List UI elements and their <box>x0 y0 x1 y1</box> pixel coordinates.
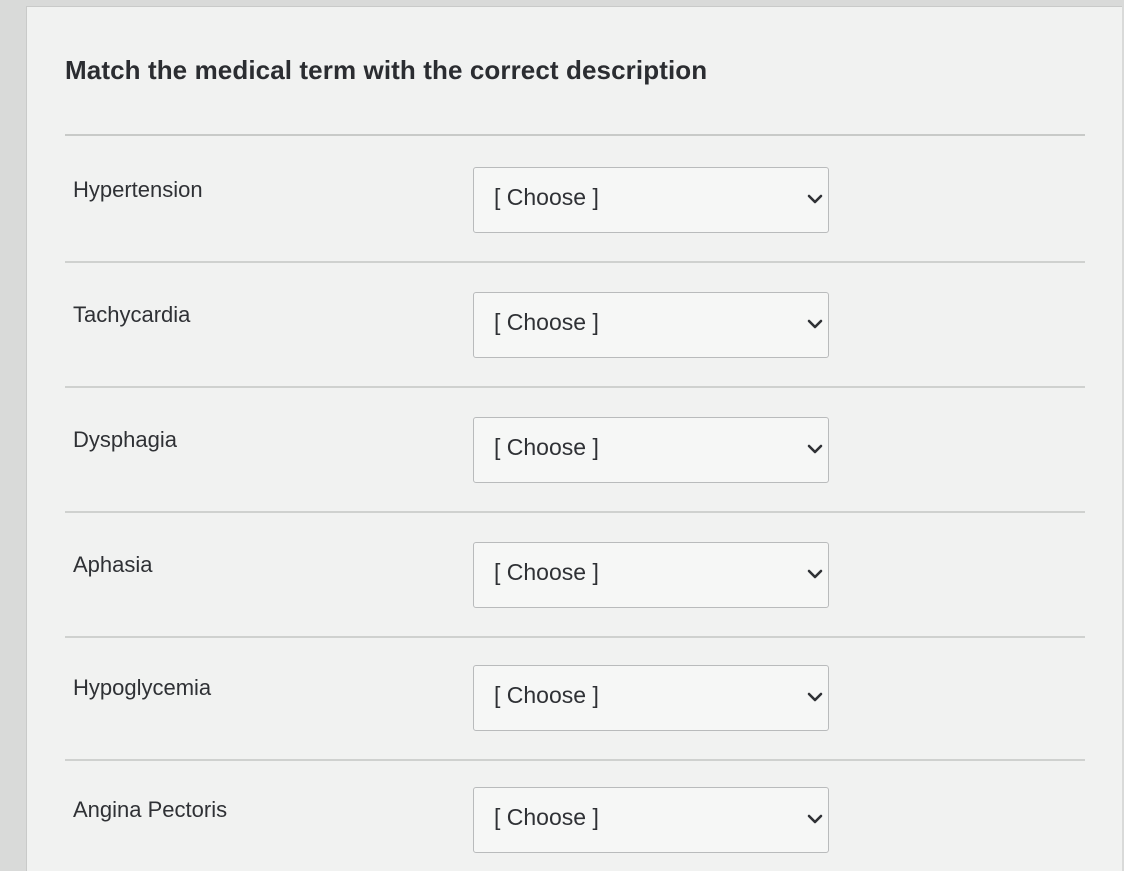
term-label: Hypertension <box>73 177 203 202</box>
quiz-page: Match the medical term with the correct … <box>26 6 1122 871</box>
select-value: [ Choose ] <box>494 804 599 830</box>
term-label: Hypoglycemia <box>73 675 212 700</box>
match-row-angina-pectoris: Angina Pectoris [ Choose ] <box>65 787 1085 871</box>
match-row-hypertension: Hypertension [ Choose ] <box>65 167 1085 291</box>
row-divider <box>65 261 1085 263</box>
term-label: Angina Pectoris <box>73 797 228 822</box>
chevron-down-icon <box>807 319 823 329</box>
chevron-down-icon <box>807 194 823 204</box>
row-divider <box>65 636 1085 638</box>
description-select[interactable]: [ Choose ] <box>473 167 829 233</box>
row-divider <box>65 759 1085 761</box>
description-select[interactable]: [ Choose ] <box>473 665 829 731</box>
chevron-down-icon <box>807 814 823 824</box>
row-divider <box>65 386 1085 388</box>
term-label: Dysphagia <box>73 427 177 452</box>
description-select[interactable]: [ Choose ] <box>473 292 829 358</box>
match-row-aphasia: Aphasia [ Choose ] <box>65 542 1085 666</box>
term-label: Tachycardia <box>73 302 191 327</box>
row-divider <box>65 511 1085 513</box>
select-value: [ Choose ] <box>494 682 599 708</box>
select-value: [ Choose ] <box>494 559 599 585</box>
chevron-down-icon <box>807 569 823 579</box>
term-label: Aphasia <box>73 552 153 577</box>
match-row-dysphagia: Dysphagia [ Choose ] <box>65 417 1085 541</box>
title-divider <box>65 134 1085 136</box>
select-value: [ Choose ] <box>494 434 599 460</box>
match-row-tachycardia: Tachycardia [ Choose ] <box>65 292 1085 416</box>
description-select[interactable]: [ Choose ] <box>473 542 829 608</box>
description-select[interactable]: [ Choose ] <box>473 787 829 853</box>
chevron-down-icon <box>807 692 823 702</box>
select-value: [ Choose ] <box>494 184 599 210</box>
question-title: Match the medical term with the correct … <box>65 55 708 85</box>
description-select[interactable]: [ Choose ] <box>473 417 829 483</box>
match-row-hypoglycemia: Hypoglycemia [ Choose ] <box>65 665 1085 789</box>
chevron-down-icon <box>807 444 823 454</box>
select-value: [ Choose ] <box>494 309 599 335</box>
